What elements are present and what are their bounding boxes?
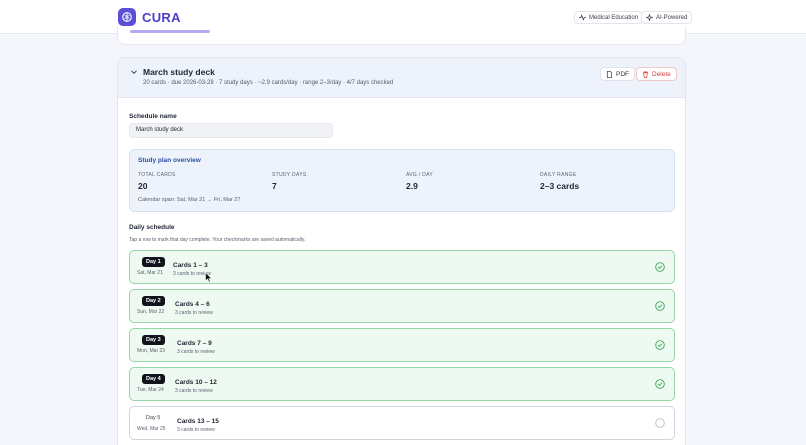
- stat-label: DAILY RANGE: [540, 172, 577, 178]
- check-circle-icon[interactable]: [655, 379, 665, 389]
- deck-meta: 20 cards · due 2026-03-28 · 7 study days…: [143, 80, 394, 86]
- trash-icon: [642, 71, 649, 78]
- stat-value: 20: [138, 181, 148, 191]
- mouse-cursor-icon: [205, 272, 213, 283]
- day-row-5[interactable]: Day 5 Wed, Mar 25 Cards 13 – 15 3 cards …: [129, 406, 675, 440]
- pill-label: Medical Education: [589, 14, 639, 21]
- stat-value: 7: [272, 181, 277, 191]
- check-circle-icon[interactable]: [655, 301, 665, 311]
- stat-value: 2–3 cards: [540, 181, 580, 191]
- check-circle-icon[interactable]: [655, 262, 665, 272]
- brand-name[interactable]: CURA: [142, 10, 181, 25]
- day-badge: Day 2: [142, 296, 165, 306]
- day-badge: Day 4: [142, 374, 165, 384]
- previous-deck-card: [117, 26, 686, 45]
- schedule-name-input[interactable]: March study deck: [129, 123, 333, 138]
- daily-schedule-hint: Tap a row to mark that day complete. You…: [129, 237, 306, 243]
- ai-powered-pill: AI-Powered: [641, 11, 693, 24]
- row-subtitle: 3 cards to review: [175, 388, 213, 394]
- row-title: Cards 4 – 6: [175, 301, 210, 308]
- day-row-3[interactable]: Day 3 Mon, Mar 23 Cards 7 – 9 3 cards to…: [129, 328, 675, 362]
- day-badge: Day 5: [146, 415, 161, 421]
- stat-daily-range: DAILY RANGE 2–3 cards: [540, 172, 579, 191]
- day-badge: Day 1: [142, 257, 165, 267]
- overview-title: Study plan overview: [138, 157, 201, 164]
- delete-label: Delete: [652, 70, 671, 78]
- pulse-icon: [579, 14, 586, 21]
- day-date: Sun, Mar 22: [137, 309, 165, 315]
- delete-button[interactable]: Delete: [636, 67, 677, 81]
- stat-total-cards: TOTAL CARDS 20: [138, 172, 176, 191]
- stat-label: TOTAL CARDS: [138, 172, 176, 178]
- schedule-name-label: Schedule name: [129, 113, 177, 120]
- document-icon: [606, 70, 613, 78]
- row-subtitle: 3 cards to review: [175, 310, 213, 316]
- day-badge: Day 3: [142, 335, 165, 345]
- brain-logo-icon[interactable]: [118, 8, 136, 26]
- row-title: Cards 13 – 15: [177, 418, 219, 425]
- stat-label: AVG / DAY: [406, 172, 433, 178]
- check-circle-icon[interactable]: [655, 340, 665, 350]
- medical-education-pill: Medical Education: [574, 11, 644, 24]
- row-title: Cards 10 – 12: [175, 379, 217, 386]
- calendar-span: Calendar span: Sat, Mar 21 → Fri, Mar 27: [138, 197, 241, 203]
- day-date: Wed, Mar 25: [137, 426, 166, 432]
- study-plan-overview: Study plan overview TOTAL CARDS 20 STUDY…: [129, 149, 675, 212]
- day-row-4[interactable]: Day 4 Tue, Mar 24 Cards 10 – 12 3 cards …: [129, 367, 675, 401]
- day-row-2[interactable]: Day 2 Sun, Mar 22 Cards 4 – 6 3 cards to…: [129, 289, 675, 323]
- stat-label: STUDY DAYS: [272, 172, 307, 178]
- row-subtitle: 3 cards to review: [177, 349, 215, 355]
- stat-avg-day: AVG / DAY 2.9: [406, 172, 433, 191]
- day-date: Sat, Mar 21: [137, 270, 163, 276]
- stat-value: 2.9: [406, 181, 418, 191]
- daily-schedule-title: Daily schedule: [129, 224, 175, 231]
- sparkle-icon: [646, 14, 653, 21]
- empty-circle-icon[interactable]: [655, 418, 665, 428]
- deck-card: March study deck 20 cards · due 2026-03-…: [117, 57, 686, 445]
- deck-header[interactable]: March study deck 20 cards · due 2026-03-…: [118, 58, 685, 98]
- progress-bar: [130, 30, 210, 33]
- row-title: Cards 1 – 3: [173, 262, 208, 269]
- day-date: Tue, Mar 24: [137, 387, 164, 393]
- row-title: Cards 7 – 9: [177, 340, 212, 347]
- chevron-down-icon[interactable]: [130, 68, 138, 76]
- day-date: Mon, Mar 23: [137, 348, 166, 354]
- deck-title: March study deck: [143, 67, 215, 77]
- pill-label: AI-Powered: [656, 14, 688, 21]
- stat-study-days: STUDY DAYS 7: [272, 172, 307, 191]
- row-subtitle: 3 cards to review: [177, 427, 215, 433]
- pdf-button[interactable]: PDF: [600, 67, 635, 81]
- pdf-label: PDF: [616, 70, 629, 78]
